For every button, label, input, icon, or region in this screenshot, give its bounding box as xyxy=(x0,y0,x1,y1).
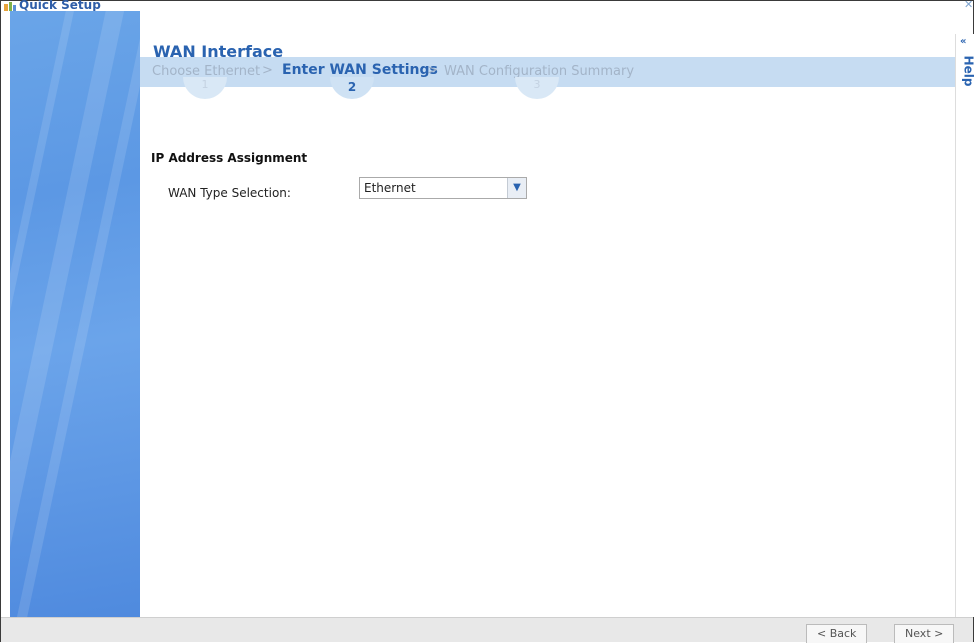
collapse-icon[interactable]: « xyxy=(960,36,966,47)
wan-type-value: Ethernet xyxy=(364,181,416,195)
main-content: WAN Interface Choose Ethernet > Enter WA… xyxy=(140,11,955,617)
step-number-1: 1 xyxy=(183,77,227,99)
wan-type-label: WAN Type Selection: xyxy=(168,186,291,200)
step-separator: > xyxy=(427,63,438,78)
section-title: IP Address Assignment xyxy=(151,151,308,165)
close-icon[interactable]: ✕ xyxy=(964,0,973,11)
help-panel[interactable]: « Help xyxy=(955,34,974,617)
back-button[interactable]: < Back xyxy=(806,624,868,643)
step-number-3: 3 xyxy=(515,77,559,99)
help-label[interactable]: Help xyxy=(961,56,974,87)
step-enter-wan-settings: Enter WAN Settings xyxy=(282,62,438,78)
next-button[interactable]: Next > xyxy=(894,624,955,643)
step-separator: > xyxy=(262,63,273,78)
chevron-down-icon[interactable]: ▼ xyxy=(507,178,526,198)
title-bar: Quick Setup ✕ xyxy=(1,0,973,12)
footer-bar: < Back Next > xyxy=(1,617,973,643)
step-number-2: 2 xyxy=(330,77,374,99)
decorative-side-panel xyxy=(10,11,140,617)
quick-setup-window: Quick Setup ✕ WAN Interface Choose Ether… xyxy=(0,0,974,643)
wan-type-select[interactable]: Ethernet ▼ xyxy=(359,177,527,199)
